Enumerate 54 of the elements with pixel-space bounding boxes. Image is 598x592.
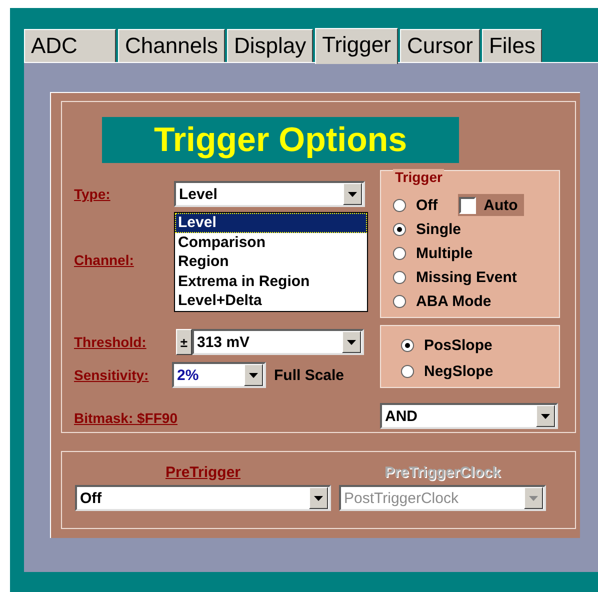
tab[interactable]: ADC — [24, 29, 116, 62]
dropdown-option[interactable]: Level+Delta — [175, 291, 367, 310]
dropdown-option[interactable]: Comparison — [175, 232, 367, 252]
dropdown-option[interactable]: Extrema in Region — [175, 272, 367, 291]
caret-icon — [541, 414, 550, 418]
radio-label: Missing Event — [416, 268, 517, 286]
field-label: Bitmask: $FF90 — [74, 410, 178, 426]
radio-label: PosSlope — [424, 336, 492, 354]
unit-label: Full Scale — [274, 366, 344, 384]
options-title: Trigger Options — [102, 117, 459, 163]
radio-button[interactable] — [401, 338, 414, 352]
dropdown-button[interactable] — [536, 405, 555, 427]
dropdown-option[interactable]: Region — [175, 252, 367, 272]
tab[interactable]: Trigger — [315, 28, 398, 64]
dropdown-option[interactable]: Level — [175, 213, 367, 232]
field-label: PreTrigger — [165, 464, 241, 481]
radio-button[interactable] — [393, 246, 406, 260]
caret-icon — [314, 496, 323, 500]
dropdown-button[interactable] — [244, 364, 263, 386]
radio-label: Off — [416, 196, 438, 214]
dropdown[interactable]: 2% — [172, 362, 266, 388]
caret-icon — [347, 340, 356, 344]
field-label: Channel: — [74, 252, 135, 268]
tab[interactable]: Channels — [118, 29, 225, 62]
sign-button[interactable]: ± — [176, 329, 192, 355]
field-label: Type: — [74, 186, 112, 202]
caret-icon — [348, 192, 357, 196]
dropdown-button[interactable] — [309, 487, 328, 509]
caret-icon — [529, 496, 538, 500]
checkbox[interactable] — [458, 196, 476, 214]
field-label: Sensitivity: — [74, 367, 150, 383]
radio-label: Multiple — [416, 244, 473, 262]
dropdown[interactable]: AND — [380, 403, 558, 429]
dropdown[interactable]: 313 mV — [192, 329, 364, 355]
tab[interactable]: Display — [226, 29, 314, 62]
field-label: Threshold: — [74, 334, 148, 350]
radio-label: NegSlope — [424, 362, 494, 380]
caret-icon — [249, 372, 258, 378]
tab[interactable]: Cursor — [400, 29, 480, 62]
dropdown-button[interactable] — [342, 331, 361, 353]
field-label: PreTriggerClock — [384, 464, 500, 481]
radio-button[interactable] — [393, 222, 406, 236]
tab[interactable]: Files — [482, 29, 542, 62]
group-title: Trigger — [393, 169, 444, 185]
dropdown-button[interactable] — [343, 183, 362, 205]
radio-label: Single — [416, 220, 462, 238]
radio-button[interactable] — [393, 294, 406, 308]
dropdown[interactable]: Off — [75, 485, 331, 511]
radio-button[interactable] — [393, 270, 406, 284]
radio-label: ABA Mode — [416, 292, 492, 310]
checkbox-label: Auto — [484, 196, 518, 214]
radio-button[interactable] — [393, 198, 406, 212]
radio-button[interactable] — [401, 364, 414, 378]
dropdown[interactable]: Level — [174, 181, 365, 207]
